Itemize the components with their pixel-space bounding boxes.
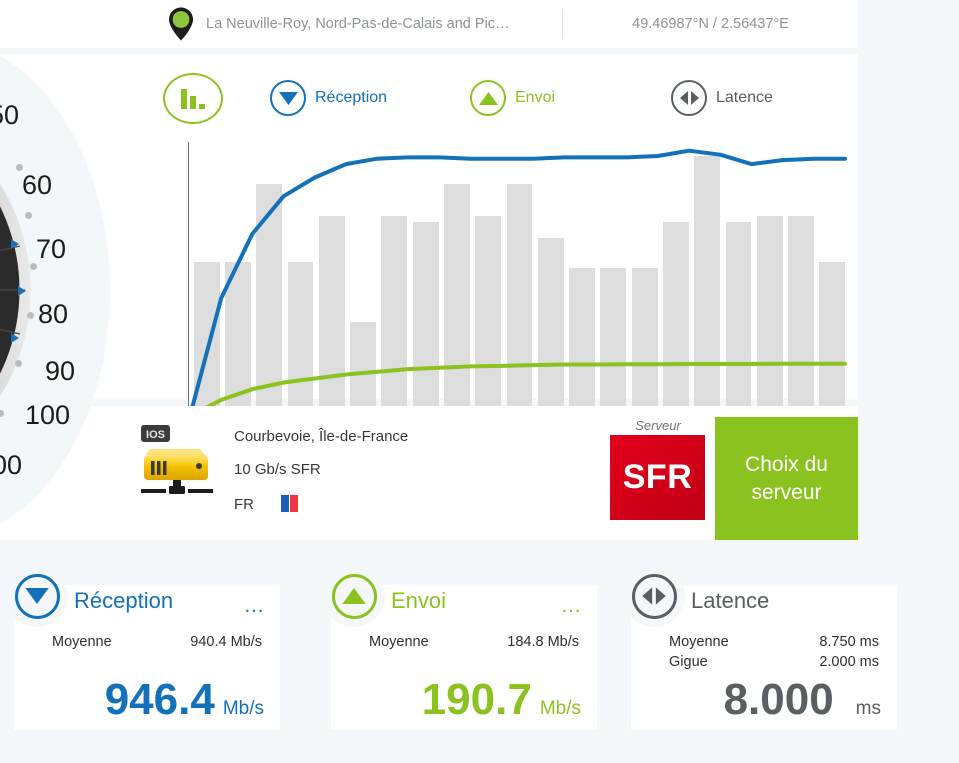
chart-panel: Réception Envoi Latence xyxy=(0,54,858,399)
card-big-number: 190.7 xyxy=(422,678,532,722)
upload-triangle-icon xyxy=(332,574,377,619)
card-row: Gigue 2.000 ms xyxy=(669,653,879,673)
row-value: 184.8 Mb/s xyxy=(507,633,579,653)
fr-flag-icon xyxy=(272,495,298,512)
server-icon: IOS xyxy=(138,425,218,503)
server-sponsor-label: Serveur xyxy=(610,418,706,433)
card-rows-latence: Moyenne 8.750 ms Gigue 2.000 ms xyxy=(669,633,879,672)
card-title-latence: Latence xyxy=(691,588,769,614)
legend-item-latence[interactable]: Latence xyxy=(671,80,773,116)
server-info: Courbevoie, Île-de-France 10 Gb/s SFR FR xyxy=(234,429,408,530)
latency-arrows-icon xyxy=(632,574,677,619)
legend-label-envoi: Envoi xyxy=(515,89,555,107)
bar-chart-icon[interactable] xyxy=(163,73,223,124)
legend-item-envoi[interactable]: Envoi xyxy=(470,80,555,116)
card-big-number: 946.4 xyxy=(105,678,215,722)
card-primary-value-reception: 946.4 Mb/s xyxy=(105,678,264,722)
row-label: Moyenne xyxy=(669,633,729,653)
download-triangle-icon xyxy=(270,80,306,116)
header-bar: La Neuville-Roy, Nord-Pas-de-Calais and … xyxy=(0,0,858,48)
header-location-text: La Neuville-Roy, Nord-Pas-de-Calais and … xyxy=(206,16,510,32)
svg-text:IOS: IOS xyxy=(146,429,165,441)
header-location-group: La Neuville-Roy, Nord-Pas-de-Calais and … xyxy=(0,7,562,41)
card-row: Moyenne 940.4 Mb/s xyxy=(52,633,262,653)
card-primary-value-envoi: 190.7 Mb/s xyxy=(422,678,581,722)
row-label: Moyenne xyxy=(52,633,112,653)
choose-server-button[interactable]: Choix du serveur xyxy=(715,417,858,540)
row-label: Gigue xyxy=(669,653,708,673)
card-big-unit: ms xyxy=(856,698,881,720)
card-big-unit: Mb/s xyxy=(540,698,581,720)
card-title-envoi: Envoi xyxy=(391,588,446,614)
sfr-logo: SFR xyxy=(610,435,705,520)
card-row: Moyenne 8.750 ms xyxy=(669,633,879,653)
card-big-number: 8.000 xyxy=(724,678,834,722)
server-country-code: FR xyxy=(234,496,254,513)
card-rows-reception: Moyenne 940.4 Mb/s xyxy=(52,633,262,653)
legend-item-reception[interactable]: Réception xyxy=(270,80,387,116)
card-badge-envoi xyxy=(323,565,385,627)
row-value: 8.750 ms xyxy=(819,633,879,653)
server-city: Courbevoie, Île-de-France xyxy=(234,429,408,444)
result-card-latence: Latence Moyenne 8.750 ms Gigue 2.000 ms … xyxy=(631,585,897,730)
row-value: 2.000 ms xyxy=(819,653,879,673)
legend-label-reception: Réception xyxy=(315,89,387,107)
legend-label-latence: Latence xyxy=(716,89,773,107)
server-country-line: FR xyxy=(234,495,408,512)
card-badge-latence xyxy=(623,565,685,627)
server-capacity: 10 Gb/s SFR xyxy=(234,462,408,477)
latency-arrows-icon xyxy=(671,80,707,116)
card-primary-value-latence: 8.000 ms xyxy=(724,678,881,722)
row-value: 940.4 Mb/s xyxy=(190,633,262,653)
card-badge-reception xyxy=(6,565,68,627)
result-card-envoi: Envoi … Moyenne 184.8 Mb/s 190.7 Mb/s xyxy=(331,585,597,730)
card-title-reception: Réception xyxy=(74,588,173,614)
upload-triangle-icon xyxy=(470,80,506,116)
speed-test-plot xyxy=(188,142,850,419)
result-card-reception: Réception … Moyenne 940.4 Mb/s 946.4 Mb/… xyxy=(14,585,280,730)
download-triangle-icon xyxy=(15,574,60,619)
chart-legend: Réception Envoi Latence xyxy=(0,54,858,140)
card-big-unit: Mb/s xyxy=(223,698,264,720)
card-menu-envoi[interactable]: … xyxy=(561,601,584,612)
card-rows-envoi: Moyenne 184.8 Mb/s xyxy=(369,633,579,653)
plot-lines xyxy=(188,142,850,419)
header-coordinates: 49.46987°N / 2.56437°E xyxy=(563,16,858,32)
card-row: Moyenne 184.8 Mb/s xyxy=(369,633,579,653)
row-label: Moyenne xyxy=(369,633,429,653)
card-menu-reception[interactable]: … xyxy=(244,601,267,612)
location-pin-icon xyxy=(168,7,194,41)
